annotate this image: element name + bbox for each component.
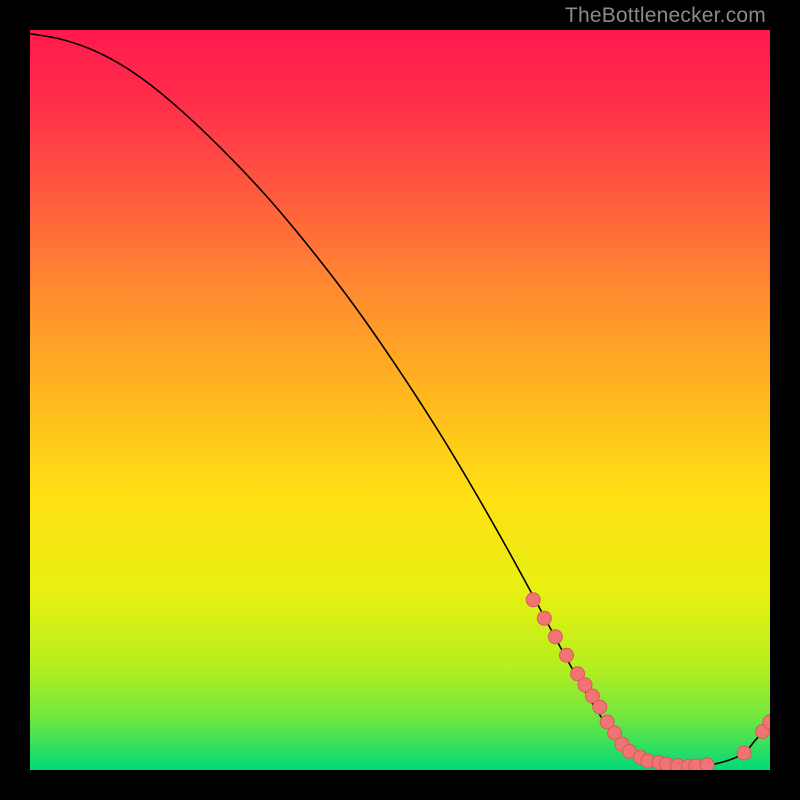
data-marker xyxy=(526,593,540,607)
plot-area xyxy=(30,30,770,770)
chart-stage: TheBottlenecker.com xyxy=(0,0,800,800)
data-marker xyxy=(548,630,562,644)
data-marker xyxy=(737,746,751,760)
data-marker xyxy=(537,611,551,625)
data-marker xyxy=(700,758,714,770)
data-marker xyxy=(560,648,574,662)
data-marker xyxy=(593,700,607,714)
gradient-bg xyxy=(30,30,770,770)
attribution-label: TheBottlenecker.com xyxy=(565,4,766,28)
chart-svg xyxy=(30,30,770,770)
